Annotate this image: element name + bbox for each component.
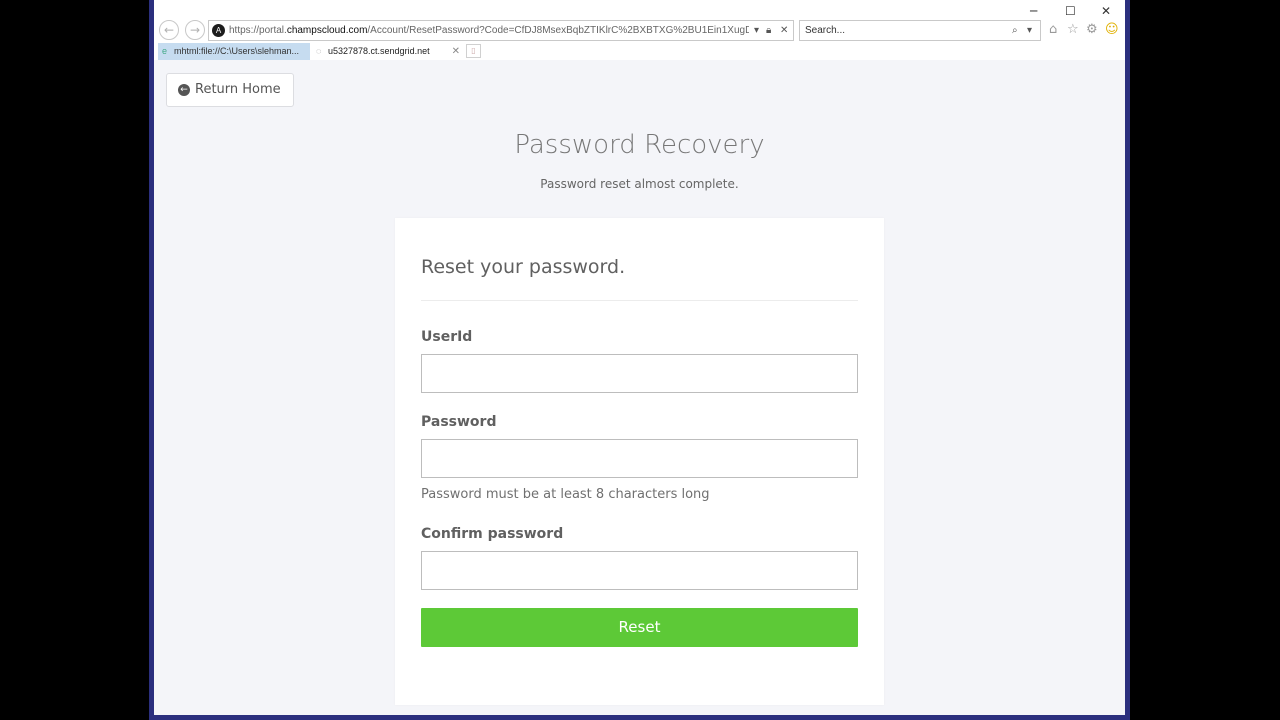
tab-sendgrid[interactable]: ◌ u5327878.ct.sendgrid.net ✕	[312, 43, 464, 60]
search-placeholder: Search...	[805, 25, 846, 36]
loading-spinner-icon: ◌	[316, 46, 322, 56]
browser-toolbar: ─ ☐ ✕ ← → A https://portal.champscloud.c…	[154, 0, 1125, 42]
tab-label: u5327878.ct.sendgrid.net	[328, 46, 430, 56]
forward-arrow-icon: →	[189, 23, 201, 37]
favorites-star-icon[interactable]: ☆	[1067, 22, 1079, 38]
userid-label: UserId	[421, 329, 473, 345]
form-heading: Reset your password.	[421, 256, 626, 278]
tab-label: mhtml:file://C:\Users\slehman...	[174, 46, 300, 56]
address-bar[interactable]: A https://portal.champscloud.com/Account…	[208, 20, 794, 41]
return-home-button[interactable]: ← Return Home	[166, 73, 294, 107]
browser-content: ─ ☐ ✕ ← → A https://portal.champscloud.c…	[154, 0, 1125, 715]
url-text: https://portal.champscloud.com/Account/R…	[229, 25, 749, 36]
smiley-feedback-icon[interactable]: ☺	[1105, 22, 1119, 38]
page-title: Password Recovery	[514, 130, 765, 160]
settings-gear-icon[interactable]: ⚙	[1086, 22, 1098, 38]
minimize-icon[interactable]: ─	[1030, 3, 1037, 19]
stop-icon[interactable]: ✕	[780, 21, 788, 40]
password-label: Password	[421, 414, 497, 430]
tab-close-icon[interactable]: ✕	[452, 43, 460, 60]
arrow-left-circle-icon: ←	[178, 84, 190, 96]
new-tab-button[interactable]: ▯	[466, 44, 481, 58]
tab-mhtml[interactable]: e mhtml:file://C:\Users\slehman...	[158, 43, 310, 60]
lock-icon[interactable]: 🔒︎	[766, 21, 771, 40]
confirm-password-label: Confirm password	[421, 526, 564, 542]
password-input[interactable]	[421, 439, 858, 478]
new-tab-icon: ▯	[471, 46, 476, 55]
reset-password-card: Reset your password. UserId Password Pas…	[395, 218, 884, 705]
forward-button[interactable]: →	[185, 20, 205, 40]
browser-window: ─ ☐ ✕ ← → A https://portal.champscloud.c…	[149, 0, 1130, 720]
userid-input[interactable]	[421, 354, 858, 393]
back-arrow-icon: ←	[163, 23, 175, 37]
page-content: ← Return Home Password Recovery Password…	[154, 60, 1125, 715]
page-subtitle: Password reset almost complete.	[540, 177, 739, 191]
search-icon[interactable]: ⌕	[1012, 21, 1018, 40]
maximize-icon[interactable]: ☐	[1065, 3, 1076, 19]
ie-tab-icon: e	[162, 46, 168, 56]
tab-strip: e mhtml:file://C:\Users\slehman... ◌ u5327…	[154, 43, 1125, 60]
divider	[421, 300, 858, 301]
return-home-label: Return Home	[195, 82, 281, 97]
confirm-password-input[interactable]	[421, 551, 858, 590]
address-dropdown-icon[interactable]: ▾	[754, 21, 759, 40]
password-hint: Password must be at least 8 characters l…	[421, 487, 710, 502]
browser-search-box[interactable]: Search... ⌕ ▾	[799, 20, 1041, 41]
search-dropdown-icon[interactable]: ▾	[1027, 21, 1032, 40]
reset-button[interactable]: Reset	[421, 608, 858, 647]
back-button[interactable]: ←	[159, 20, 179, 40]
window-close-icon[interactable]: ✕	[1101, 3, 1111, 19]
site-favicon-icon: A	[212, 24, 225, 37]
home-icon[interactable]: ⌂	[1049, 22, 1057, 38]
